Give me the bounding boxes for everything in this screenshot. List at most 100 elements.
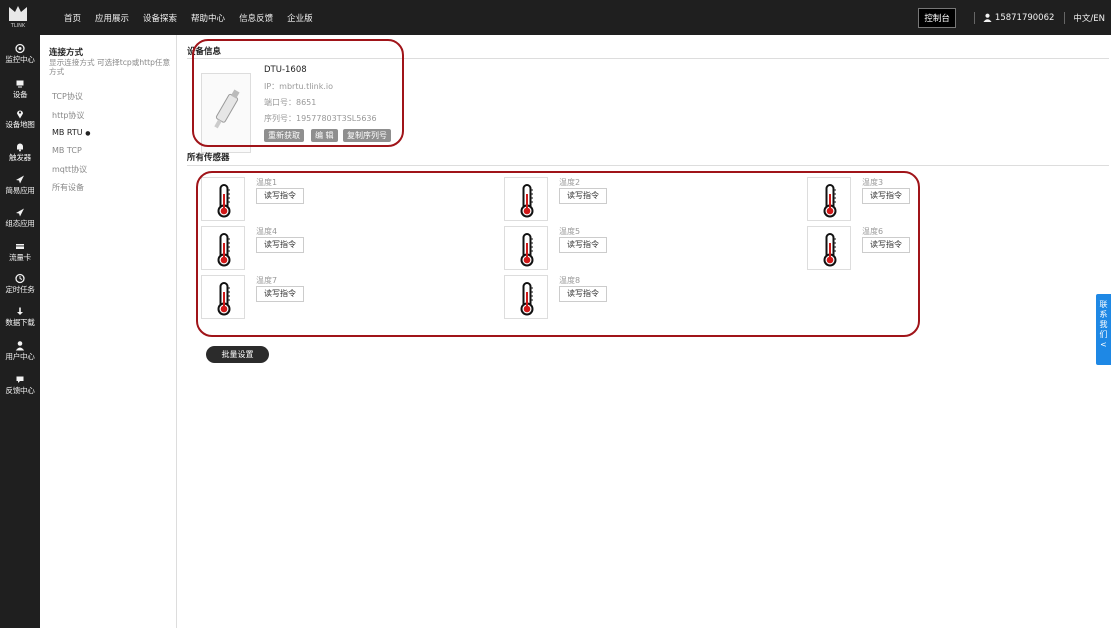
sidebar-item-scheduled-task[interactable]: 定时任务 [0, 273, 40, 295]
read-write-command-button[interactable]: 读写指令 [559, 237, 607, 253]
subnav-item-mb-rtu[interactable]: MB RTU ● [52, 128, 90, 137]
sensor-name: 温度1 [256, 178, 278, 187]
subnav-item-tcp[interactable]: TCP协议 [52, 91, 83, 102]
send-icon [16, 175, 24, 184]
tlink-logo[interactable]: TLINK [6, 3, 30, 31]
sidebar-item-label: 反馈中心 [5, 386, 35, 395]
main-nav: 首页 应用展示 设备探索 帮助中心 信息反馈 企业版 [64, 0, 327, 35]
thermometer-icon [807, 177, 851, 221]
sensor-card: 温度7 读写指令 [201, 275, 491, 320]
contact-char: 我 [1099, 320, 1108, 329]
nav-home[interactable]: 首页 [64, 12, 81, 24]
sidebar-item-feedback-center[interactable]: 反馈中心 [0, 374, 40, 396]
sidebar-item-label: 简易应用 [5, 186, 35, 195]
divider [1064, 11, 1066, 24]
thermometer-icon [504, 275, 548, 319]
read-write-command-button[interactable]: 读写指令 [862, 237, 910, 253]
read-write-command-button[interactable]: 读写指令 [256, 237, 304, 253]
sensor-name: 温度4 [256, 227, 278, 236]
sidebar: 监控中心 设备 设备地图 触发器 简易应用 组态应用 流量卡 定时任务 数据下载… [0, 35, 40, 628]
logo-text: TLINK [10, 23, 26, 29]
sensor-name: 温度3 [862, 178, 884, 187]
subnav-item-mb-tcp[interactable]: MB TCP [52, 146, 82, 155]
nav-help-center[interactable]: 帮助中心 [191, 12, 225, 24]
sensor-card: 温度4 读写指令 [201, 226, 491, 271]
read-write-command-button[interactable]: 读写指令 [256, 188, 304, 204]
contact-char: 系 [1099, 310, 1108, 319]
sensor-name: 温度6 [862, 227, 884, 236]
thermometer-icon [201, 226, 245, 270]
top-navbar: TLINK 首页 应用展示 设备探索 帮助中心 信息反馈 企业版 控制台 158… [0, 0, 1111, 35]
all-sensors-title: 所有传感器 [187, 153, 230, 163]
nav-device-explore[interactable]: 设备探索 [143, 12, 177, 24]
read-write-command-button[interactable]: 读写指令 [862, 188, 910, 204]
connection-method-panel: 连接方式 显示连接方式 可选择tcp或http任意方式 TCP协议 http协议… [40, 35, 177, 628]
console-button[interactable]: 控制台 [918, 7, 956, 28]
download-icon [17, 307, 23, 315]
dtu-device-icon [214, 89, 240, 129]
nav-app-showcase[interactable]: 应用展示 [95, 12, 129, 24]
sidebar-item-label: 设备地图 [5, 120, 35, 129]
sidebar-item-devices[interactable]: 设备 [0, 78, 40, 100]
sensor-card: 温度2 读写指令 [504, 177, 794, 222]
sidebar-item-label: 流量卡 [9, 253, 31, 262]
sidebar-item-trigger[interactable]: 触发器 [0, 141, 40, 163]
subnav-item-all-devices[interactable]: 所有设备 [52, 182, 84, 193]
sidebar-item-data-card[interactable]: 流量卡 [0, 241, 40, 263]
sidebar-item-label: 设备 [12, 90, 28, 99]
sidebar-item-label: 触发器 [9, 153, 31, 162]
target-icon [15, 43, 25, 54]
sensor-card: 温度8 读写指令 [504, 275, 794, 320]
connection-method-desc: 显示连接方式 可选择tcp或http任意方式 [49, 58, 171, 76]
contact-us-tab[interactable]: 联 系 我 们 < [1096, 294, 1111, 365]
divider [187, 58, 1109, 59]
sidebar-item-user-center[interactable]: 用户中心 [0, 340, 40, 362]
sensor-card: 温度6 读写指令 [807, 226, 1097, 271]
chevron-left-icon: < [1100, 340, 1107, 349]
thermometer-icon [807, 226, 851, 270]
refetch-button[interactable]: 重新获取 [264, 129, 304, 142]
monitor-icon [16, 80, 24, 88]
active-dot-icon: ● [85, 130, 91, 137]
subnav-item-mqtt[interactable]: mqtt协议 [52, 164, 87, 175]
read-write-command-button[interactable]: 读写指令 [559, 188, 607, 204]
sidebar-item-simple-app[interactable]: 简易应用 [0, 174, 40, 196]
sidebar-item-monitor-center[interactable]: 监控中心 [0, 43, 40, 65]
thermometer-icon [504, 226, 548, 270]
user-icon [983, 13, 992, 22]
contact-char: 们 [1099, 330, 1108, 339]
language-switch[interactable]: 中文/EN [1073, 12, 1105, 24]
sensor-card: 温度1 读写指令 [201, 177, 491, 222]
sidebar-item-label: 定时任务 [5, 285, 35, 294]
nav-enterprise[interactable]: 企业版 [287, 12, 313, 24]
sensor-name: 温度2 [559, 178, 581, 187]
user-account[interactable]: 15871790062 [983, 12, 1055, 23]
nav-feedback[interactable]: 信息反馈 [239, 12, 273, 24]
copy-serial-button[interactable]: 复制序列号 [343, 129, 391, 142]
sensor-name: 温度5 [559, 227, 581, 236]
divider [187, 165, 1109, 166]
sensor-card: 温度3 读写指令 [807, 177, 1097, 222]
user-phone: 15871790062 [994, 12, 1055, 23]
edit-button[interactable]: 编 辑 [311, 129, 338, 142]
device-name: DTU-1608 [264, 65, 307, 75]
sidebar-item-device-map[interactable]: 设备地图 [0, 108, 40, 130]
device-image [201, 73, 251, 153]
connection-method-title: 连接方式 [49, 48, 84, 58]
sensor-card: 温度5 读写指令 [504, 226, 794, 271]
sidebar-item-label: 数据下载 [5, 318, 35, 327]
send-icon [16, 208, 24, 217]
sidebar-item-data-download[interactable]: 数据下载 [0, 306, 40, 328]
sidebar-item-label: 监控中心 [5, 55, 35, 64]
sensor-name: 温度7 [256, 276, 278, 285]
sidebar-item-config-app[interactable]: 组态应用 [0, 207, 40, 229]
read-write-command-button[interactable]: 读写指令 [256, 286, 304, 302]
sensor-name: 温度8 [559, 276, 581, 285]
subnav-item-http[interactable]: http协议 [52, 110, 84, 121]
thermometer-icon [201, 177, 245, 221]
thermometer-icon [504, 177, 548, 221]
batch-settings-button[interactable]: 批量设置 [206, 346, 269, 363]
topbar-right: 控制台 15871790062 中文/EN [918, 0, 1111, 35]
read-write-command-button[interactable]: 读写指令 [559, 286, 607, 302]
clock-icon [15, 273, 25, 284]
